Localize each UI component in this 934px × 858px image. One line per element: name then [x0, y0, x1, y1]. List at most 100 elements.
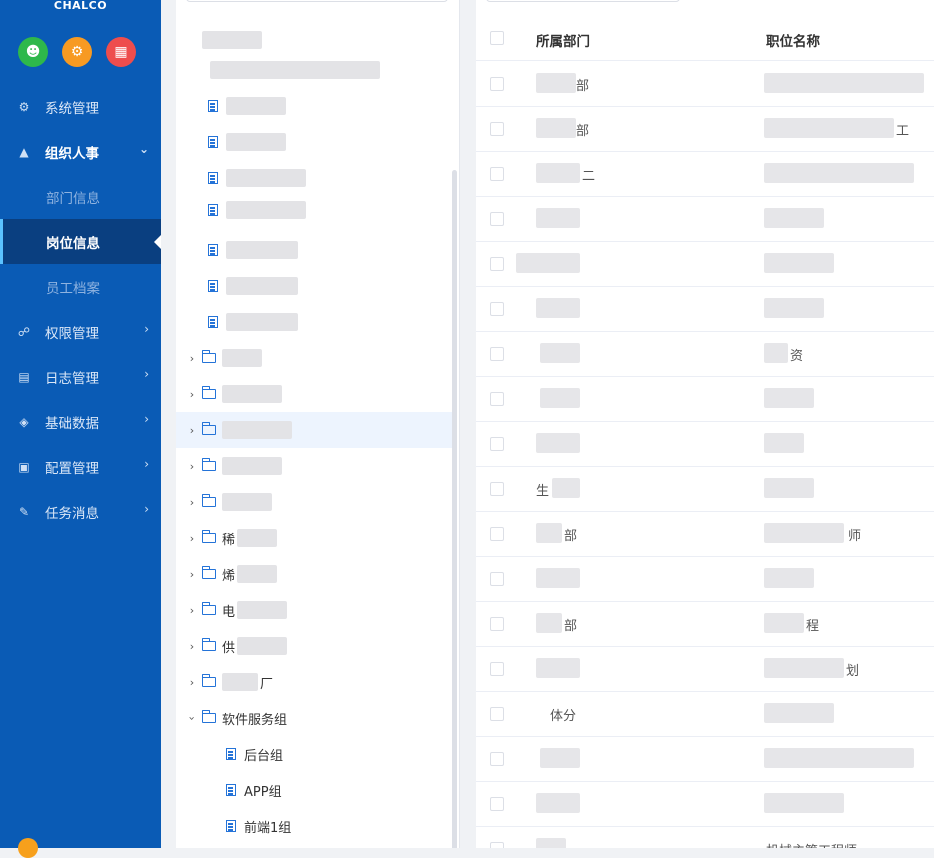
chevron-right-icon[interactable]: ›	[184, 388, 200, 401]
tree-node[interactable]: ›	[176, 376, 452, 412]
row-checkbox[interactable]	[490, 842, 504, 848]
table-row[interactable]: 机械主管工程师	[476, 826, 934, 848]
chevron-right-icon[interactable]: ›	[184, 568, 200, 581]
tree-node-label: 供	[222, 640, 236, 656]
sidebar-item-dept-info[interactable]: 部门信息	[0, 174, 161, 219]
row-checkbox[interactable]	[490, 347, 504, 361]
tree-node[interactable]: › 烯	[176, 556, 452, 592]
filter-input[interactable]	[486, 0, 680, 2]
redacted-text	[536, 523, 562, 543]
tree-scrollbar[interactable]	[452, 170, 457, 848]
row-checkbox[interactable]	[490, 392, 504, 406]
row-checkbox[interactable]	[490, 617, 504, 631]
table-row[interactable]	[476, 781, 934, 827]
table-row[interactable]	[476, 376, 934, 422]
tree-node[interactable]: ›	[176, 484, 452, 520]
row-checkbox[interactable]	[490, 662, 504, 676]
table-row[interactable]: 部 程	[476, 601, 934, 647]
row-checkbox[interactable]	[490, 752, 504, 766]
redacted-text	[764, 73, 924, 93]
tree-node[interactable]	[176, 192, 452, 228]
table-row[interactable]: 生	[476, 466, 934, 512]
tree-node[interactable]: › 厂	[176, 664, 452, 700]
table-row[interactable]	[476, 286, 934, 332]
tree-node[interactable]: APP组	[176, 772, 452, 808]
table-row[interactable]: 部 师	[476, 511, 934, 557]
tree-search-input[interactable]	[186, 0, 448, 2]
tree-node[interactable]	[176, 124, 452, 160]
tree-node[interactable]: › 稀	[176, 520, 452, 556]
table-row[interactable]: 部 工	[476, 106, 934, 152]
user-icon[interactable]: ☻	[18, 37, 48, 67]
tree-node[interactable]: 后台组	[176, 736, 452, 772]
row-checkbox[interactable]	[490, 482, 504, 496]
tree-node-selected[interactable]: ›	[176, 412, 452, 448]
table-row[interactable]: 资	[476, 331, 934, 377]
chevron-right-icon[interactable]: ›	[184, 352, 200, 365]
folder-icon	[201, 602, 216, 615]
grid-icon[interactable]: ▦	[106, 37, 136, 67]
redacted-text	[222, 457, 282, 475]
table-row[interactable]: 划	[476, 646, 934, 692]
row-checkbox[interactable]	[490, 122, 504, 136]
sidebar-item-org[interactable]: ▲ 组织人事 ⌄	[0, 129, 161, 174]
sidebar-item-position-info[interactable]: 岗位信息	[0, 219, 161, 264]
chevron-right-icon[interactable]: ›	[184, 604, 200, 617]
tree-node[interactable]: 前端1组	[176, 808, 452, 844]
sidebar-item-system[interactable]: ⚙ 系统管理	[0, 84, 161, 129]
table-row[interactable]: 体分	[476, 691, 934, 737]
table-row[interactable]	[476, 736, 934, 782]
table-row[interactable]: 部	[476, 61, 934, 107]
table-row[interactable]: 二	[476, 151, 934, 197]
select-all-checkbox[interactable]	[490, 31, 504, 45]
cell-dept: 部	[576, 79, 590, 94]
chevron-right-icon[interactable]: ›	[184, 532, 200, 545]
sidebar-item-employee-files[interactable]: 员工档案	[0, 264, 161, 309]
tree-node[interactable]	[176, 232, 452, 268]
tree-node[interactable]: ›	[176, 340, 452, 376]
tree-node[interactable]	[176, 88, 452, 124]
redacted-text	[226, 241, 298, 259]
row-checkbox[interactable]	[490, 527, 504, 541]
gear-icon[interactable]: ⚙	[62, 37, 92, 67]
tree-node[interactable]: › 电	[176, 592, 452, 628]
row-checkbox[interactable]	[490, 167, 504, 181]
chevron-right-icon[interactable]: ›	[184, 496, 200, 509]
tree-node[interactable]	[176, 304, 452, 340]
folder-icon	[201, 530, 216, 543]
table-row[interactable]	[476, 421, 934, 467]
sidebar-item-basic-data[interactable]: ◈ 基础数据 ›	[0, 399, 161, 444]
row-checkbox[interactable]	[490, 77, 504, 91]
avatar[interactable]	[18, 838, 38, 858]
sidebar-item-label: 系统管理	[45, 100, 99, 117]
table-row[interactable]	[476, 196, 934, 242]
chevron-right-icon[interactable]: ›	[184, 676, 200, 689]
table-row[interactable]	[476, 241, 934, 287]
row-checkbox[interactable]	[490, 437, 504, 451]
row-checkbox[interactable]	[490, 302, 504, 316]
row-checkbox[interactable]	[490, 797, 504, 811]
sidebar-item-logs[interactable]: ▤ 日志管理 ›	[0, 354, 161, 399]
chevron-right-icon[interactable]: ›	[184, 460, 200, 473]
sidebar-item-permissions[interactable]: ☍ 权限管理 ›	[0, 309, 161, 354]
tree-node[interactable]	[176, 52, 452, 88]
row-checkbox[interactable]	[490, 707, 504, 721]
tree-node[interactable]: ›	[176, 448, 452, 484]
redacted-text	[764, 208, 824, 228]
chevron-right-icon[interactable]: ›	[184, 424, 200, 437]
tree-node[interactable]: › 供	[176, 628, 452, 664]
table-row[interactable]	[476, 556, 934, 602]
row-checkbox[interactable]	[490, 572, 504, 586]
sidebar-item-tasks[interactable]: ✎ 任务消息 ›	[0, 489, 161, 534]
row-checkbox[interactable]	[490, 257, 504, 271]
chevron-right-icon[interactable]: ›	[184, 640, 200, 653]
sidebar-item-label: 基础数据	[45, 415, 99, 432]
tree-node[interactable]: › 软件服务组	[176, 700, 452, 736]
chevron-down-icon[interactable]: ›	[186, 710, 199, 726]
tree-node[interactable]	[176, 160, 452, 196]
chevron-right-icon: ›	[144, 412, 149, 426]
sidebar-item-config[interactable]: ▣ 配置管理 ›	[0, 444, 161, 489]
row-checkbox[interactable]	[490, 212, 504, 226]
tree-node[interactable]	[176, 268, 452, 304]
redacted-text	[536, 298, 580, 318]
